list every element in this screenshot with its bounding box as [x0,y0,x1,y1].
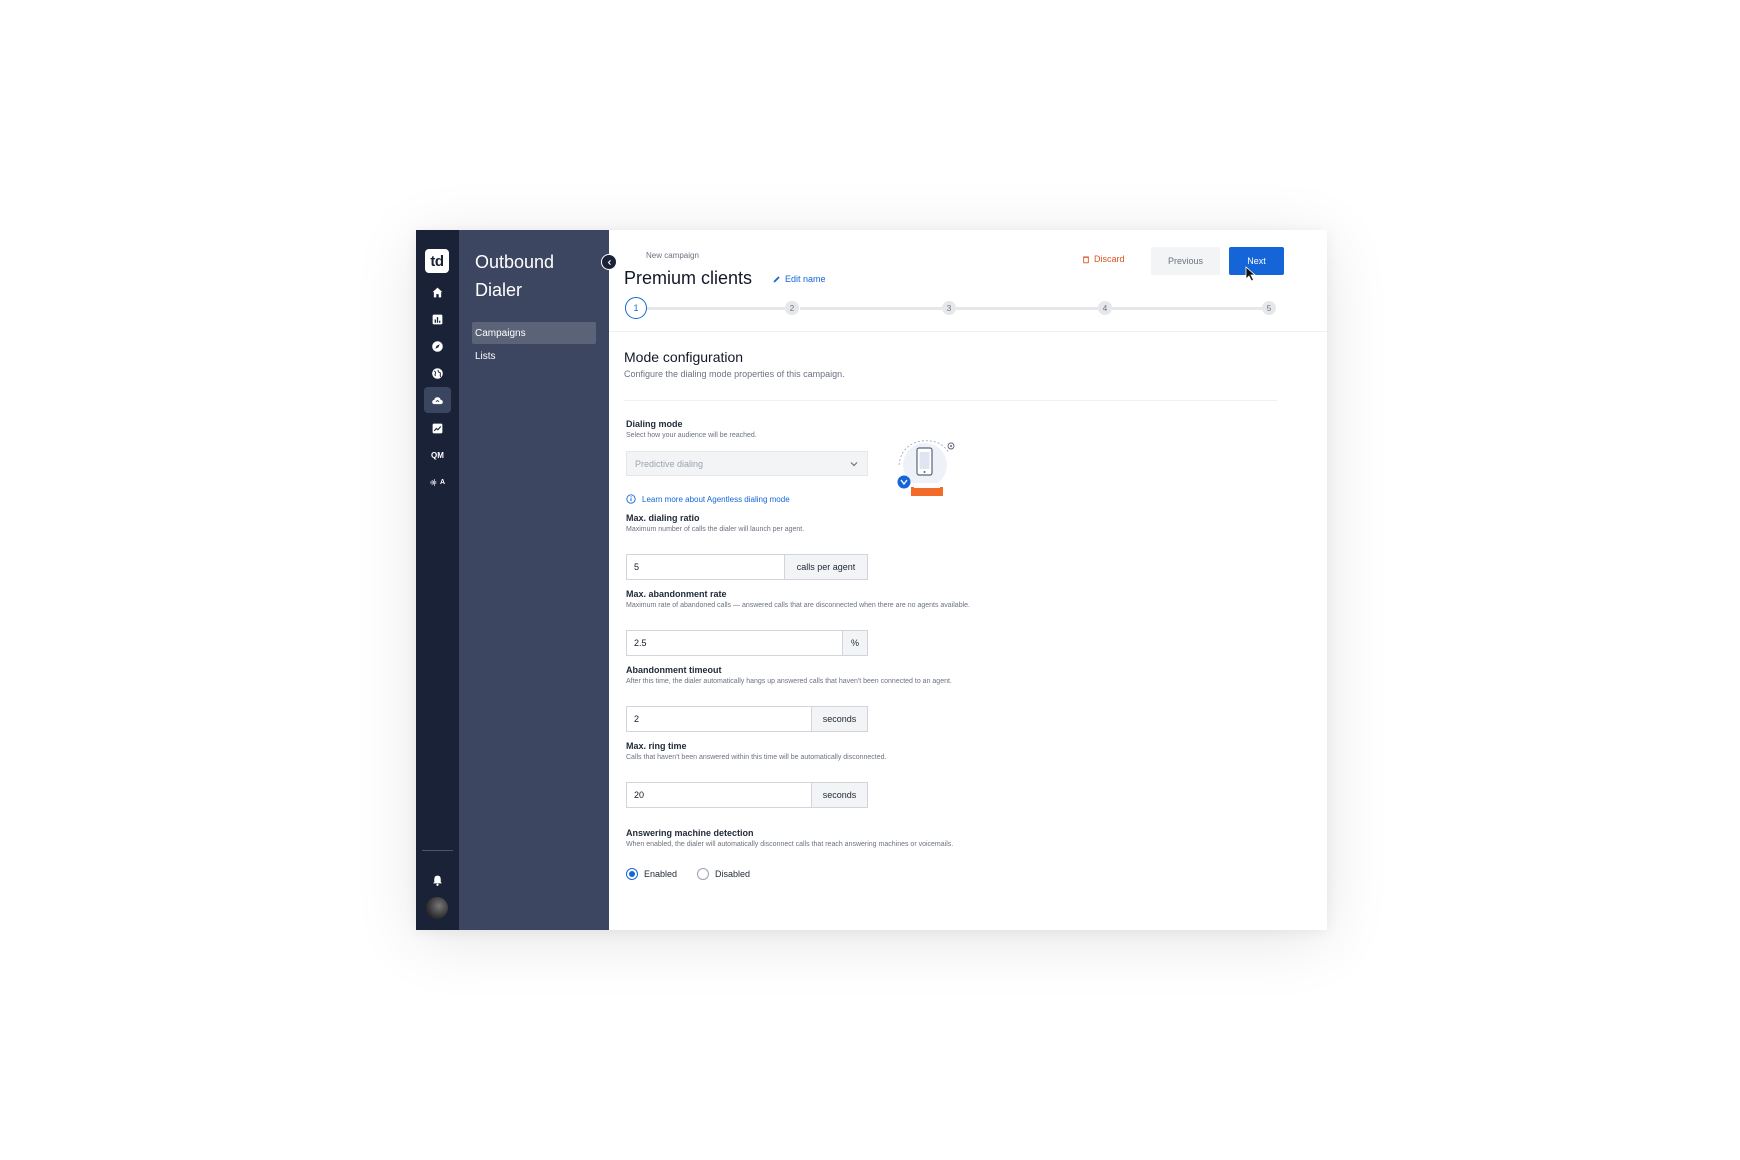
chevron-left-icon [607,259,611,265]
stepper-track [1112,307,1269,310]
breadcrumb[interactable]: New campaign [646,251,699,260]
stepper-track [647,307,785,310]
learn-more-link[interactable]: Learn more about Agentless dialing mode [626,494,790,504]
section-divider [624,400,1277,401]
amd-enabled-radio[interactable] [626,868,638,880]
max-abandonment-rate-unit: % [843,631,867,655]
abandonment-timeout-unit: seconds [812,707,867,731]
trash-icon [1083,256,1089,263]
sidebar-item-label: Lists [475,350,496,362]
previous-button[interactable]: Previous [1151,247,1220,275]
max-ring-time-unit: seconds [812,783,867,807]
analytics-icon[interactable] [424,415,451,441]
max-abandonment-rate-help: Maximum rate of abandoned calls — answer… [626,602,970,609]
discard-label: Discard [1094,254,1125,264]
abandonment-timeout-label: Abandonment timeout [626,665,722,675]
max-dialing-ratio-unit: calls per agent [785,555,867,579]
chevron-down-icon [850,462,858,467]
qm-icon[interactable]: QM [424,442,451,468]
amd-disabled-radio[interactable] [697,868,710,880]
phone-illustration-icon [897,440,955,496]
amd-help: When enabled, the dialer will automatica… [626,841,954,848]
learn-more-label: Learn more about Agentless dialing mode [642,494,790,504]
bell-icon[interactable] [424,867,451,893]
page-title: Premium clients [624,268,753,288]
sidebar: Outbound Dialer Campaigns Lists [459,230,609,930]
dialing-mode-help: Select how your audience will be reached… [626,432,757,439]
cloud-icon[interactable] [424,387,451,413]
discard-button[interactable]: Discard [1082,254,1125,264]
dialing-mode-value: Predictive dialing [635,458,704,469]
header-divider [609,331,1327,332]
step-5[interactable]: 5 [1262,301,1276,315]
home-icon[interactable] [424,279,451,305]
globe-icon[interactable] [424,360,451,386]
stepper-track [800,307,942,310]
max-dialing-ratio-input[interactable]: 5 [627,555,785,579]
icon-rail: td QM A [416,230,459,930]
step-2[interactable]: 2 [785,301,799,315]
rail-divider [422,850,453,851]
max-ring-time-label: Max. ring time [626,741,687,751]
app-window: td QM A Outbound Dialer Campaigns Lists … [416,230,1327,930]
max-ring-time-input[interactable]: 20 [627,783,812,807]
amd-label: Answering machine detection [626,828,754,838]
max-dialing-ratio-help: Maximum number of calls the dialer will … [626,526,805,533]
dialing-mode-select[interactable]: Predictive dialing [626,451,868,476]
abandonment-timeout-help: After this time, the dialer automaticall… [626,678,952,685]
voice-icon[interactable]: A [424,469,451,495]
section-title: Mode configuration [624,349,744,365]
amd-disabled-label[interactable]: Disabled [715,869,750,879]
reports-icon[interactable] [424,306,451,332]
edit-name-label: Edit name [785,274,826,284]
sidebar-item-campaigns[interactable]: Campaigns [472,322,596,344]
max-dialing-ratio-field: 5 calls per agent [626,554,868,580]
max-dialing-ratio-label: Max. dialing ratio [626,513,700,523]
info-icon [626,494,636,504]
app-title: Outbound Dialer [475,252,555,300]
max-abandonment-rate-input[interactable]: 2.5 [627,631,843,655]
sidebar-item-label: Campaigns [475,327,526,339]
step-3[interactable]: 3 [942,301,956,315]
voice-icon-label: A [439,478,446,486]
avatar[interactable] [426,897,448,919]
amd-enabled-label[interactable]: Enabled [644,869,677,879]
brand-logo[interactable]: td [425,249,449,273]
collapse-sidebar-button[interactable] [601,254,617,270]
progress-stepper: 1 2 3 4 5 [625,297,1285,319]
max-abandonment-rate-field: 2.5 % [626,630,868,656]
max-ring-time-help: Calls that haven't been answered within … [626,754,887,761]
abandonment-timeout-input[interactable]: 2 [627,707,812,731]
amd-radio-group: Enabled Disabled [626,868,750,880]
abandonment-timeout-field: 2 seconds [626,706,868,732]
edit-name-link[interactable]: Edit name [772,274,826,284]
stepper-track [956,307,1098,310]
dialing-mode-label: Dialing mode [626,419,683,429]
pencil-icon [773,275,780,282]
step-1[interactable]: 1 [625,297,647,319]
sidebar-item-lists[interactable]: Lists [472,345,596,367]
max-abandonment-rate-label: Max. abandonment rate [626,589,727,599]
mouse-cursor-icon [1245,266,1257,282]
max-ring-time-field: 20 seconds [626,782,868,808]
section-description: Configure the dialing mode properties of… [624,369,845,379]
step-4[interactable]: 4 [1098,301,1112,315]
compass-icon[interactable] [424,333,451,359]
main-content: New campaign Premium clients Edit name D… [609,230,1327,930]
